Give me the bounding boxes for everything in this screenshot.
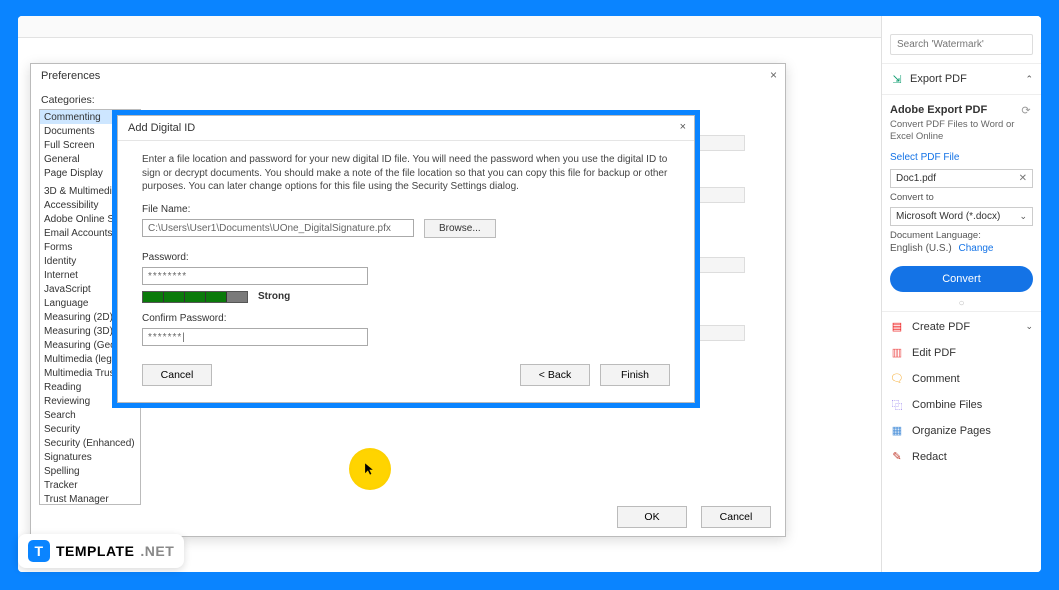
cursor-icon — [363, 462, 377, 476]
file-name-label: File Name: — [142, 204, 670, 215]
export-pdf-header[interactable]: ⇲ Export PDF ⌃ — [882, 66, 1041, 92]
convert-to-value: Microsoft Word (*.docx) — [896, 211, 1000, 222]
redact-item[interactable]: ✎ Redact — [882, 444, 1041, 470]
search-tools[interactable] — [890, 34, 1033, 55]
selected-doc-name: Doc1.pdf — [896, 173, 936, 184]
ghost-button — [695, 257, 745, 273]
category-item[interactable]: Spelling — [40, 464, 140, 478]
badge-brand: TEMPLATE — [56, 543, 134, 559]
category-item[interactable]: Search — [40, 408, 140, 422]
adobe-export-subtitle: Convert PDF Files to Word or Excel Onlin… — [882, 117, 1041, 150]
ghost-button — [695, 325, 745, 341]
doc-lang-label: Document Language: — [890, 230, 1033, 241]
confirm-password-label: Confirm Password: — [142, 313, 670, 324]
export-pdf-icon: ⇲ — [890, 72, 904, 86]
chevron-down-icon: ⌄ — [1025, 321, 1033, 332]
convert-to-label: Convert to — [890, 192, 1033, 203]
organize-label: Organize Pages — [912, 425, 991, 437]
doc-lang-value: English (U.S.) — [890, 243, 952, 254]
combine-icon: ⿻ — [890, 398, 904, 412]
create-pdf-icon: ▤ — [890, 320, 904, 334]
cursor-highlight — [349, 448, 391, 490]
organize-icon: ▦ — [890, 424, 904, 438]
browse-button[interactable]: Browse... — [424, 219, 496, 238]
add-digital-id-highlight: Add Digital ID × Enter a file location a… — [112, 110, 700, 408]
export-pdf-label: Export PDF — [910, 73, 967, 85]
redact-icon: ✎ — [890, 450, 904, 464]
edit-pdf-icon: ▥ — [890, 346, 904, 360]
search-input[interactable] — [890, 34, 1033, 55]
combine-label: Combine Files — [912, 399, 982, 411]
chevron-up-icon: ⌃ — [1025, 74, 1033, 85]
ghost-button — [695, 135, 745, 151]
category-item[interactable]: Tracker — [40, 478, 140, 492]
confirm-password-input[interactable]: *******| — [142, 328, 368, 346]
template-logo-icon: T — [28, 540, 50, 562]
close-icon[interactable]: × — [680, 121, 686, 133]
finish-button[interactable]: Finish — [600, 364, 670, 386]
comment-label: Comment — [912, 373, 960, 385]
section-circle-icon: ○ — [882, 298, 1041, 309]
strength-bar — [142, 291, 248, 303]
strength-label: Strong — [258, 291, 290, 302]
categories-label: Categories: — [31, 88, 785, 109]
create-pdf-item[interactable]: ▤ Create PDF ⌄ — [882, 314, 1041, 340]
password-input[interactable]: ******** — [142, 267, 368, 285]
comment-item[interactable]: 🗨 Comment — [882, 366, 1041, 392]
combine-files-item[interactable]: ⿻ Combine Files — [882, 392, 1041, 418]
add-digital-id-dialog: Add Digital ID × Enter a file location a… — [117, 115, 695, 403]
category-item[interactable]: Trust Manager — [40, 492, 140, 505]
selected-doc-field[interactable]: Doc1.pdf ✕ — [890, 169, 1033, 188]
edit-pdf-item[interactable]: ▥ Edit PDF — [882, 340, 1041, 366]
password-label: Password: — [142, 252, 670, 263]
edit-pdf-label: Edit PDF — [912, 347, 956, 359]
file-name-input[interactable]: C:\Users\User1\Documents\UOne_DigitalSig… — [142, 219, 414, 237]
adobe-export-title: Adobe Export PDF — [890, 104, 987, 116]
convert-to-select[interactable]: Microsoft Word (*.docx) ⌄ — [890, 207, 1033, 226]
dialog-description: Enter a file location and password for y… — [142, 153, 670, 194]
create-pdf-label: Create PDF — [912, 321, 970, 333]
category-item[interactable]: Security (Enhanced) — [40, 436, 140, 450]
preferences-title: Preferences — [41, 70, 100, 82]
tools-panel: ⇲ Export PDF ⌃ Adobe Export PDF ⟳ Conver… — [881, 16, 1041, 572]
clear-doc-icon[interactable]: ✕ — [1019, 173, 1027, 184]
organize-pages-item[interactable]: ▦ Organize Pages — [882, 418, 1041, 444]
cancel-button[interactable]: Cancel — [701, 506, 771, 528]
ghost-button — [695, 187, 745, 203]
back-button[interactable]: < Back — [520, 364, 590, 386]
select-pdf-link[interactable]: Select PDF File — [882, 150, 1041, 165]
cancel-button[interactable]: Cancel — [142, 364, 212, 386]
badge-net: .NET — [140, 543, 174, 559]
comment-icon: 🗨 — [890, 372, 904, 386]
ok-button[interactable]: OK — [617, 506, 687, 528]
convert-button[interactable]: Convert — [890, 266, 1033, 292]
redact-label: Redact — [912, 451, 947, 463]
change-lang-link[interactable]: Change — [954, 243, 993, 254]
template-net-badge: T TEMPLATE .NET — [18, 534, 184, 568]
refresh-icon[interactable]: ⟳ — [1019, 103, 1033, 117]
category-item[interactable]: Signatures — [40, 450, 140, 464]
dialog-title: Add Digital ID — [128, 122, 195, 134]
password-strength: Strong — [142, 291, 670, 303]
chevron-down-icon: ⌄ — [1019, 211, 1027, 222]
category-item[interactable]: Security — [40, 422, 140, 436]
close-icon[interactable]: × — [770, 68, 777, 82]
